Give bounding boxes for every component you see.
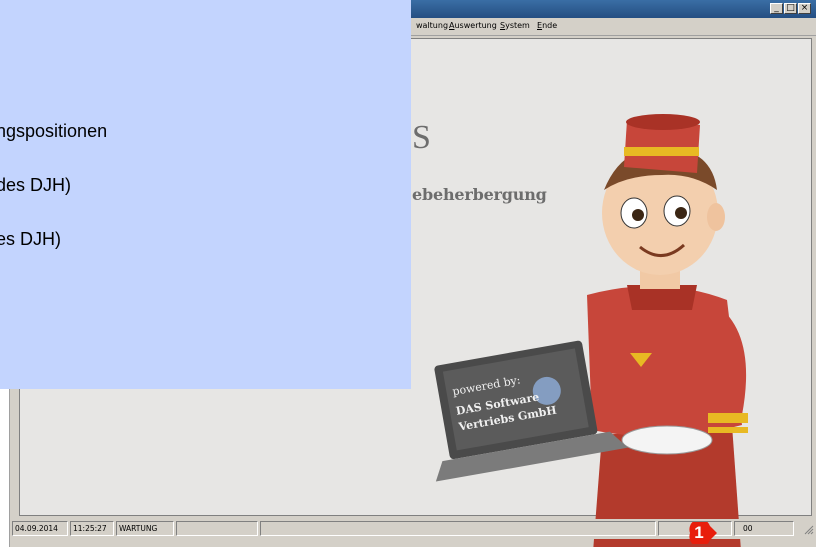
status-time: 11:25:27 xyxy=(70,521,114,536)
mascot-cuff-band xyxy=(708,413,748,423)
desktop: _ □ × waltung Auswertung System Ende S e… xyxy=(0,0,816,547)
mascot-cuff-band-2 xyxy=(708,427,748,433)
overlay-line-1: ngspositionen xyxy=(0,121,108,141)
status-date: 04.09.2014 xyxy=(12,521,68,536)
status-value: 00 xyxy=(734,521,794,536)
status-mode: WARTUNG xyxy=(116,521,174,536)
close-button[interactable]: × xyxy=(798,3,811,14)
minimize-button[interactable]: _ xyxy=(770,3,783,14)
mascot-glove xyxy=(621,425,713,455)
overlay-line-2: des DJH) xyxy=(0,175,72,195)
menu-verwaltung[interactable]: waltung xyxy=(416,21,448,30)
callout-marker-number: 1 xyxy=(694,523,704,542)
menu-auswertung-label: uswertung xyxy=(454,21,497,30)
mascot-left-pupil xyxy=(632,209,644,221)
callout-overlay: ngspositionen des DJH) es DJH) xyxy=(0,0,411,389)
mascot-right-pupil xyxy=(675,207,687,219)
resize-grip-icon[interactable] xyxy=(804,525,814,535)
overlay-line-3: es DJH) xyxy=(0,229,62,249)
mascot-ear xyxy=(707,203,725,231)
menu-ende[interactable]: Ende xyxy=(537,21,557,30)
status-field-empty-1 xyxy=(176,521,258,536)
menu-verwaltung-label: waltung xyxy=(416,21,449,30)
mascot-cap-top xyxy=(626,114,700,130)
window-controls: _ □ × xyxy=(770,3,811,14)
status-field-empty-2 xyxy=(260,521,656,536)
bellboy-mascot-illustration: powered by: DAS Software Vertriebs GmbH xyxy=(434,114,748,547)
menu-system[interactable]: System xyxy=(500,21,530,30)
menu-auswertung[interactable]: Auswertung xyxy=(449,21,497,30)
mascot-cap-band xyxy=(624,147,699,156)
menu-ende-label: nde xyxy=(542,21,558,30)
menu-system-label: ystem xyxy=(505,21,530,30)
maximize-button[interactable]: □ xyxy=(784,3,797,14)
